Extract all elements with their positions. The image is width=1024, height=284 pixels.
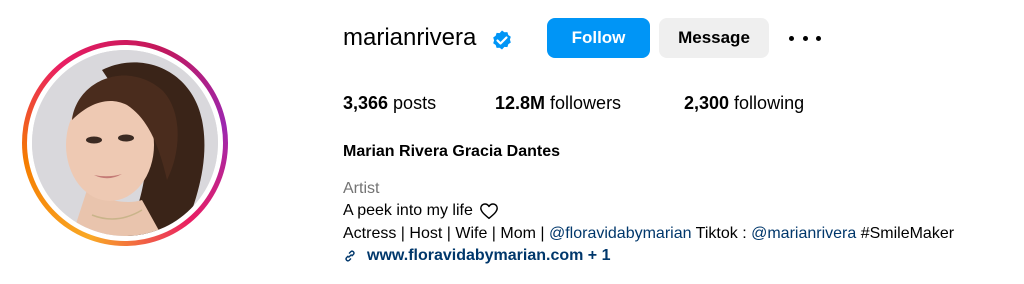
- mention-link[interactable]: @marianrivera: [751, 225, 856, 242]
- message-button[interactable]: Message: [659, 18, 769, 58]
- posts-label: posts: [388, 93, 437, 113]
- more-options-icon[interactable]: [789, 28, 821, 48]
- following-stat[interactable]: 2,300 following: [684, 93, 804, 114]
- profile-full-name: Marian Rivera Gracia Dantes: [343, 143, 560, 160]
- profile-website-link[interactable]: www.floravidabymarian.com + 1: [343, 247, 611, 265]
- following-count: 2,300: [684, 93, 730, 113]
- dot: [789, 35, 794, 41]
- bio-line-2: Actress | Host | Wife | Mom | @floravida…: [343, 225, 954, 243]
- followers-count: 12.8M: [495, 93, 546, 113]
- link-icon: [345, 250, 355, 262]
- follow-button[interactable]: Follow: [547, 18, 650, 58]
- dot: [816, 35, 821, 41]
- avatar[interactable]: [32, 50, 218, 236]
- following-label: following: [729, 93, 805, 113]
- followers-stat[interactable]: 12.8M followers: [495, 93, 621, 114]
- profile-category: Artist: [343, 180, 380, 197]
- heart-icon: [479, 203, 498, 220]
- bio-text: Actress | Host | Wife | Mom |: [343, 225, 549, 242]
- profile-username: marianrivera: [343, 24, 477, 51]
- mention-link[interactable]: @floravidabymarian: [549, 225, 692, 242]
- followers-label: followers: [545, 93, 622, 113]
- posts-stat: 3,366 posts: [343, 93, 436, 114]
- website-link-text[interactable]: www.floravidabymarian.com + 1: [367, 247, 611, 265]
- profile-avatar-ring[interactable]: [22, 40, 228, 246]
- bio-line-1: A peek into my life: [343, 202, 499, 220]
- dot: [802, 35, 808, 41]
- posts-count: 3,366: [343, 93, 389, 113]
- bio-text: Tiktok :: [691, 225, 752, 242]
- bio-text: #SmileMaker: [856, 225, 955, 242]
- bio-text: A peek into my life: [343, 202, 473, 219]
- verified-badge-icon: [493, 30, 511, 50]
